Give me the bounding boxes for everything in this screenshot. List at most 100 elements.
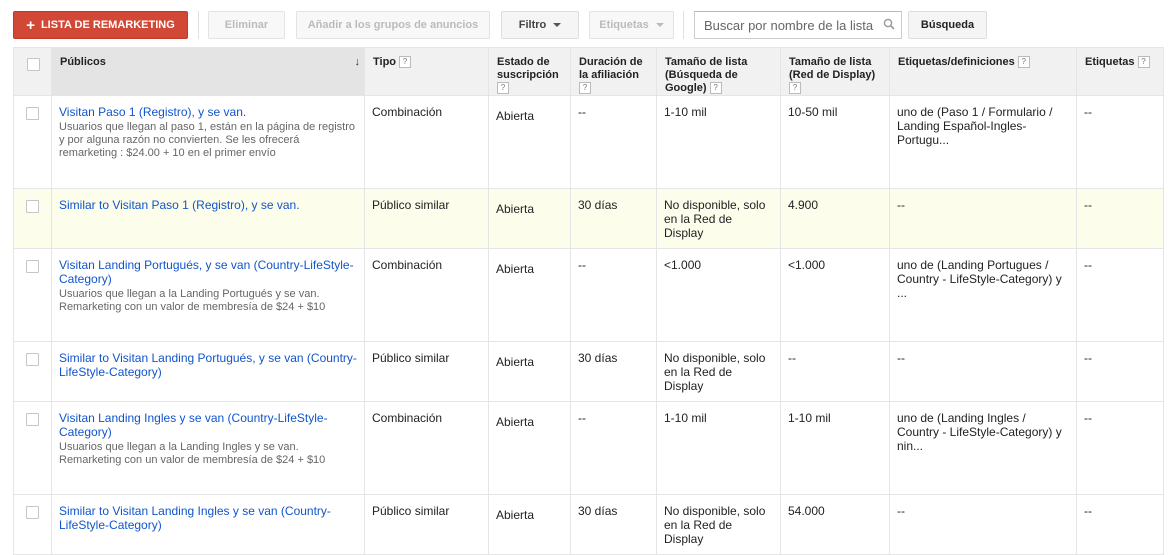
header-etiquetas-def-label: Etiquetas/definiciones	[898, 56, 1015, 68]
row-select-cell	[13, 494, 52, 555]
audience-name-link[interactable]: Visitan Paso 1 (Registro), y se van.	[59, 105, 357, 119]
etiquetas-def-cell: --	[889, 494, 1077, 555]
table-row: Visitan Paso 1 (Registro), y se van. Usua…	[13, 95, 1164, 189]
tam-display-cell: <1.000	[780, 248, 890, 342]
audience-name-link[interactable]: Similar to Visitan Landing Portugués, y …	[59, 351, 357, 379]
audience-cell: Visitan Landing Portugués, y se van (Cou…	[51, 248, 365, 342]
toolbar-divider	[198, 11, 199, 39]
sort-arrow-icon: ↓	[354, 56, 361, 68]
tipo-cell: Combinación	[364, 248, 489, 342]
search-input[interactable]	[695, 12, 884, 38]
delete-button[interactable]: Eliminar	[208, 11, 285, 39]
estado-value: Abierta	[496, 355, 535, 369]
etiquetas-def-cell: --	[889, 341, 1077, 402]
help-icon[interactable]: ?	[709, 82, 722, 95]
tipo-cell: Público similar	[364, 188, 489, 249]
help-icon[interactable]: ?	[789, 82, 801, 95]
table-header-row: Públicos ↓ Tipo? Estado de suscripción? …	[13, 47, 1164, 96]
row-select-cell	[13, 188, 52, 249]
header-etiquetas[interactable]: Etiquetas?	[1076, 47, 1164, 96]
tam-busqueda-cell: No disponible, solo en la Red de Display	[656, 494, 781, 555]
header-tam-display-label: Tamaño de lista (Red de Display)	[789, 56, 876, 81]
audience-name-link[interactable]: Similar to Visitan Landing Ingles y se v…	[59, 504, 357, 532]
etiquetas-cell: --	[1076, 401, 1164, 495]
header-estado-label: Estado de suscripción	[497, 56, 559, 81]
select-all-checkbox[interactable]	[27, 58, 40, 71]
header-duracion[interactable]: Duración de la afiliación?	[570, 47, 657, 96]
row-checkbox[interactable]	[26, 107, 39, 120]
row-checkbox[interactable]	[26, 413, 39, 426]
table-row: Visitan Landing Ingles y se van (Country…	[13, 401, 1164, 495]
help-icon[interactable]: ?	[1137, 56, 1150, 69]
tam-busqueda-cell: No disponible, solo en la Red de Display	[656, 188, 781, 249]
estado-value: Abierta	[496, 415, 535, 429]
help-icon[interactable]: ?	[497, 82, 509, 95]
row-checkbox[interactable]	[26, 260, 39, 273]
estado-cell: Abierta	[488, 95, 571, 189]
select-all-cell	[13, 47, 52, 96]
filter-label: Filtro	[518, 19, 547, 31]
header-publicos[interactable]: Públicos ↓	[51, 47, 365, 96]
audience-description: Usuarios que llegan al paso 1, están en …	[59, 121, 355, 159]
audience-description: Usuarios que llegan a la Landing Portugu…	[59, 288, 326, 313]
estado-cell: Abierta	[488, 494, 571, 555]
audience-name-link[interactable]: Similar to Visitan Paso 1 (Registro), y …	[59, 198, 357, 212]
help-icon[interactable]: ?	[579, 82, 591, 95]
add-to-ad-groups-button[interactable]: Añadir a los grupos de anuncios	[296, 11, 490, 39]
header-estado[interactable]: Estado de suscripción?	[488, 47, 571, 96]
add-remarketing-list-button[interactable]: + LISTA DE REMARKETING	[13, 11, 188, 39]
header-publicos-label: Públicos	[60, 56, 106, 68]
tam-display-cell: --	[780, 341, 890, 402]
header-tam-busqueda-label: Tamaño de lista (Búsqueda de Google)	[665, 56, 748, 94]
audience-name-link[interactable]: Visitan Landing Ingles y se van (Country…	[59, 411, 357, 439]
estado-value: Abierta	[496, 262, 535, 276]
duracion-cell: 30 días	[570, 188, 657, 249]
table-row: Similar to Visitan Landing Ingles y se v…	[13, 494, 1164, 555]
row-checkbox[interactable]	[26, 353, 39, 366]
header-etiquetas-def[interactable]: Etiquetas/definiciones?	[889, 47, 1077, 96]
header-tam-display[interactable]: Tamaño de lista (Red de Display)?	[780, 47, 890, 96]
header-duracion-label: Duración de la afiliación	[579, 56, 643, 81]
tam-busqueda-cell: 1-10 mil	[656, 95, 781, 189]
help-icon[interactable]: ?	[399, 56, 412, 69]
estado-cell: Abierta	[488, 401, 571, 495]
header-tam-busqueda[interactable]: Tamaño de lista (Búsqueda de Google)?	[656, 47, 781, 96]
plus-icon: +	[26, 16, 35, 34]
labels-label: Etiquetas	[599, 19, 649, 31]
duracion-cell: 30 días	[570, 341, 657, 402]
audience-description: Usuarios que llegan a la Landing Ingles …	[59, 441, 326, 466]
search-box	[694, 11, 902, 39]
etiquetas-cell: --	[1076, 494, 1164, 555]
tam-busqueda-cell: 1-10 mil	[656, 401, 781, 495]
filter-button[interactable]: Filtro	[501, 11, 579, 39]
row-select-cell	[13, 95, 52, 189]
header-tipo-label: Tipo	[373, 56, 397, 68]
estado-cell: Abierta	[488, 248, 571, 342]
row-select-cell	[13, 341, 52, 402]
audiences-table: Públicos ↓ Tipo? Estado de suscripción? …	[13, 47, 1164, 555]
audience-cell: Similar to Visitan Landing Portugués, y …	[51, 341, 365, 402]
tam-busqueda-cell: <1.000	[656, 248, 781, 342]
chevron-down-icon	[553, 23, 562, 27]
help-icon[interactable]: ?	[1017, 56, 1030, 69]
etiquetas-def-cell: --	[889, 188, 1077, 249]
chevron-down-icon	[655, 23, 664, 27]
duracion-cell: --	[570, 95, 657, 189]
row-checkbox[interactable]	[26, 506, 39, 519]
tam-display-cell: 1-10 mil	[780, 401, 890, 495]
audience-name-link[interactable]: Visitan Landing Portugués, y se van (Cou…	[59, 258, 357, 286]
search-icon[interactable]	[883, 18, 895, 33]
etiquetas-cell: --	[1076, 188, 1164, 249]
search-button[interactable]: Búsqueda	[908, 11, 987, 39]
etiquetas-def-cell: uno de (Landing Ingles / Country - LifeS…	[889, 401, 1077, 495]
audience-cell: Similar to Visitan Landing Ingles y se v…	[51, 494, 365, 555]
add-remarketing-list-label: LISTA DE REMARKETING	[40, 19, 175, 31]
labels-button[interactable]: Etiquetas	[589, 11, 674, 39]
tipo-cell: Público similar	[364, 341, 489, 402]
row-checkbox[interactable]	[26, 200, 39, 213]
audience-cell: Similar to Visitan Paso 1 (Registro), y …	[51, 188, 365, 249]
etiquetas-cell: --	[1076, 248, 1164, 342]
audience-cell: Visitan Landing Ingles y se van (Country…	[51, 401, 365, 495]
header-tipo[interactable]: Tipo?	[364, 47, 489, 96]
duracion-cell: 30 días	[570, 494, 657, 555]
